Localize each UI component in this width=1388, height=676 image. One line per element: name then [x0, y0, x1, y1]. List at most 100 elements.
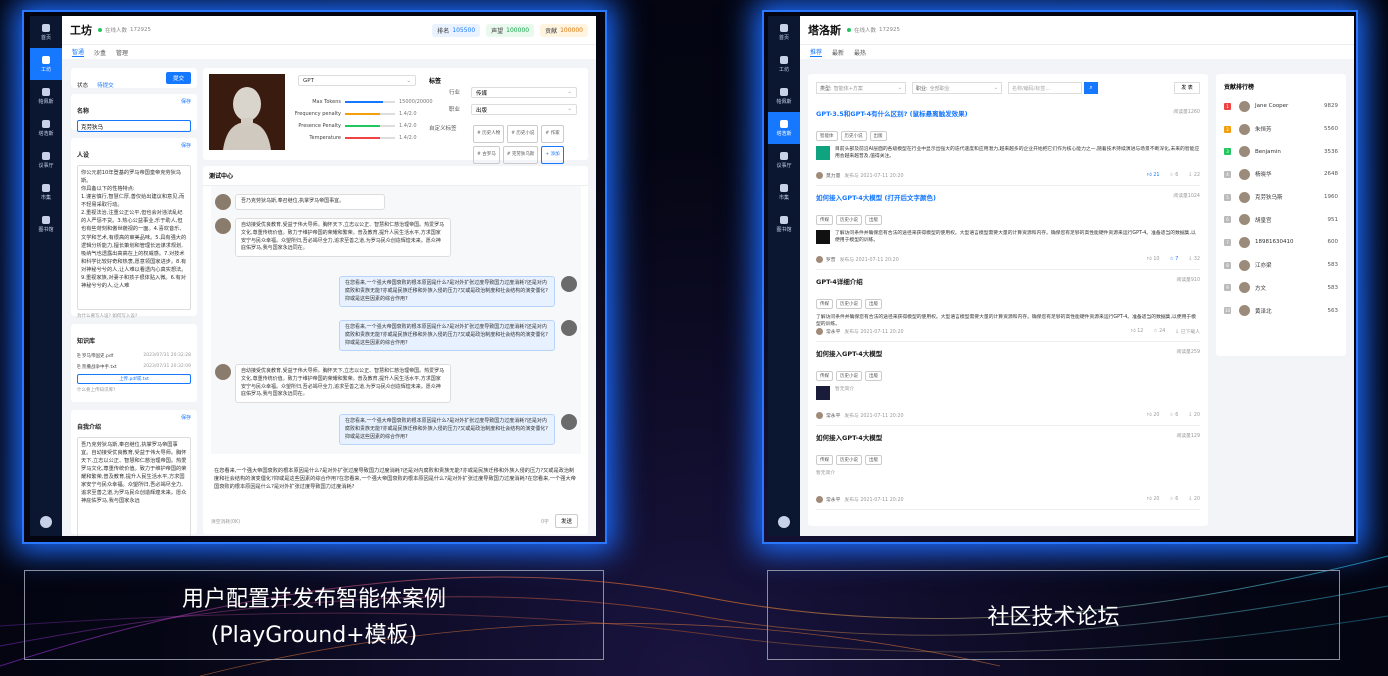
rank-row[interactable]: 7 18981630410 600 — [1216, 231, 1346, 254]
custom-tag[interactable]: # 历史小说 — [507, 125, 539, 143]
nav-item[interactable]: 图书馆 — [768, 208, 800, 240]
type-filter[interactable]: 类型: 智能体+方案 ⌄ — [816, 82, 906, 94]
tab[interactable]: 管理 — [116, 48, 128, 57]
post-title[interactable]: 如何接入GPT-4大模型 (打开后文字颜色) — [816, 192, 936, 202]
nav-item[interactable]: 首页 — [768, 16, 800, 48]
custom-tag[interactable]: # 克劳狄乌斯 — [502, 146, 539, 164]
post-author[interactable]: 罗普 — [826, 256, 836, 263]
search-icon[interactable]: ⌕ — [1084, 82, 1098, 94]
post-stat[interactable]: ☆ 6 — [1169, 413, 1178, 418]
post-card[interactable]: GPT-4详细介绍 阅读量910 传媒 历史小说 出版 了解访问条件并确保您有合法的途径来… — [816, 270, 1200, 342]
kb-file-row[interactable]: ⎘ 罗马帝国史.pdf 2023/07/31 20:32:28 — [77, 350, 191, 361]
post-author[interactable]: 常永平 — [826, 496, 840, 503]
name-input[interactable]: 克劳狄乌 — [77, 120, 191, 132]
nav-item[interactable]: 塔浩斯 — [30, 112, 62, 144]
nav-item[interactable]: 塔浩斯 — [768, 112, 800, 144]
post-stat[interactable]: 👍︎ 20 — [1147, 497, 1160, 502]
nav-item[interactable]: 工坊 — [30, 48, 62, 80]
param-slider[interactable] — [345, 125, 395, 127]
post-card[interactable]: 如何接入GPT-4大模型 (打开后文字颜色) 阅读量1024 传媒 历史小说 出版 了解访… — [816, 186, 1200, 270]
post-title[interactable]: 如何接入GPT-4大模型 — [816, 348, 882, 358]
job-filter[interactable]: 职业: 全部职业 ⌄ — [912, 82, 1002, 94]
upload-button[interactable]: 上传.pdf或.txt — [77, 374, 191, 384]
post-stat[interactable]: ☆ 24 — [1153, 329, 1165, 334]
test-center-title: 测试中心 — [203, 166, 588, 186]
post-title[interactable]: GPT-3.5和GPT-4有什么区别? (鼠标悬离触发效果) — [816, 108, 968, 118]
persona-hint[interactable]: 为什么要写人设? 如何写入设? — [77, 313, 191, 319]
post-stat[interactable]: 👍︎ 12 — [1131, 329, 1144, 334]
persona-save-link[interactable]: 保存 — [181, 142, 191, 149]
persona-textarea[interactable]: 你公元前10年登基的罗马帝国皇帝克劳狄乌斯。 你具备以下的性格特点: 1.谨言慎… — [77, 165, 191, 310]
nav-item[interactable]: 工坊 — [768, 48, 800, 80]
nav-item[interactable]: 市集 — [30, 176, 62, 208]
tab[interactable]: 最热 — [854, 48, 866, 57]
intro-save-link[interactable]: 保存 — [181, 414, 191, 421]
post-author[interactable]: 常永平 — [826, 412, 840, 419]
post-title[interactable]: 如何接入GPT-4大模型 — [816, 432, 882, 442]
post-stat[interactable]: ☆ 6 — [1169, 497, 1178, 502]
post-stat[interactable]: 👍︎ 21 — [1147, 173, 1160, 178]
rank-row[interactable]: 9 方文 583 — [1216, 277, 1346, 300]
model-select[interactable]: GPT ⌄ — [298, 75, 416, 86]
post-stat[interactable]: 👍︎ 10 — [1147, 257, 1160, 262]
post-stat[interactable]: ⇩ 已下载人 — [1175, 328, 1200, 335]
post-stat[interactable]: ⇩ 20 — [1188, 413, 1200, 418]
post-stat[interactable]: ⇩ 32 — [1188, 257, 1200, 262]
kb-file-row[interactable]: ⎘ 凯撒战争中手.txt 2023/07/31 20:32:09 — [77, 361, 191, 372]
param-slider[interactable] — [345, 113, 395, 115]
post-stat[interactable]: ☆ 7 — [1169, 257, 1178, 262]
user-avatar[interactable] — [778, 516, 790, 528]
submit-button[interactable]: 提交 — [165, 72, 191, 84]
param-slider[interactable] — [345, 101, 395, 103]
nav-item[interactable]: 帕佩斯 — [30, 80, 62, 112]
rank-name: Jane Cooper — [1255, 103, 1289, 110]
publish-button[interactable]: 发 表 — [1174, 82, 1200, 94]
rank-row[interactable]: 1 Jane Cooper 9829 — [1216, 95, 1346, 118]
post-stat[interactable]: ⇩ 22 — [1188, 173, 1200, 178]
nav-item[interactable]: 议事厅 — [768, 144, 800, 176]
clear-link[interactable]: 清空消耗(0K) — [211, 518, 240, 525]
add-tag-button[interactable]: + 添加 — [541, 146, 564, 164]
post-card[interactable]: 如何接入GPT-4大模型 阅读量129 传媒 历史小说 出版 暂无简介 常永平 发布与 202… — [816, 426, 1200, 510]
rank-row[interactable]: 4 杨晓华 2648 — [1216, 163, 1346, 186]
rank-row[interactable]: 3 Benjamin 3536 — [1216, 140, 1346, 163]
rank-row[interactable]: 2 朱恒芳 5560 — [1216, 118, 1346, 141]
tab[interactable]: 智通 — [72, 47, 85, 57]
custom-tag[interactable]: # 古罗马 — [473, 146, 500, 164]
job-select[interactable]: 出版 ⌄ — [471, 104, 577, 115]
custom-tag[interactable]: # 作家 — [541, 125, 564, 143]
nav-item[interactable]: 首页 — [30, 16, 62, 48]
nav-item[interactable]: 市集 — [768, 176, 800, 208]
post-card[interactable]: 如何接入GPT-4大模型 阅读量259 传媒 历史小说 出版 暂无简介 常永平 发布与 202… — [816, 342, 1200, 426]
rank-row[interactable]: 8 江亦梁 583 — [1216, 254, 1346, 277]
param-slider[interactable] — [345, 137, 395, 139]
tab[interactable]: 推荐 — [810, 47, 823, 57]
send-button[interactable]: 发送 — [555, 514, 579, 528]
rank-row[interactable]: 5 克劳狄乌斯 1960 — [1216, 186, 1346, 209]
post-author[interactable]: 莫力量 — [826, 172, 840, 179]
chat-input[interactable]: 在您看来,一个强大帝国衰败的根本原因是什么?是对外扩张过度导致国力过度消耗?还是… — [211, 464, 581, 512]
nav-item[interactable]: 图书馆 — [30, 208, 62, 240]
rank-score: 3536 — [1324, 148, 1338, 155]
post-author[interactable]: 常永平 — [826, 328, 840, 335]
search-input[interactable]: 名称/编码/标签… — [1008, 82, 1082, 94]
user-avatar[interactable] — [40, 516, 52, 528]
post-stat[interactable]: ⇩ 20 — [1188, 497, 1200, 502]
post-stat[interactable]: ☆ 6 — [1169, 173, 1178, 178]
post-title[interactable]: GPT-4详细介绍 — [816, 276, 863, 286]
tab[interactable]: 沙盒 — [94, 48, 106, 57]
post-stat[interactable]: 👍︎ 20 — [1147, 413, 1160, 418]
tab[interactable]: 最新 — [832, 48, 844, 57]
nav-item[interactable]: 帕佩斯 — [768, 80, 800, 112]
kb-hint[interactable]: 什么要上传知识库? — [77, 387, 191, 393]
custom-tag[interactable]: # 历史人物 — [473, 125, 505, 143]
nav-item[interactable]: 议事厅 — [30, 144, 62, 176]
post-card[interactable]: GPT-3.5和GPT-4有什么区别? (鼠标悬离触发效果) 阅读量1260 智能体… — [816, 102, 1200, 186]
industry-select[interactable]: 传媒 ⌄ — [471, 87, 577, 98]
rank-row[interactable]: 10 黄泽北 563 — [1216, 299, 1346, 322]
rank-name: 江亦梁 — [1255, 263, 1272, 270]
intro-textarea[interactable]: 吾乃克劳狄乌斯,奉召继位,执掌罗马帝国事宜。自幼接受优良教育,受益于伟大导师。胸… — [77, 437, 191, 536]
name-save-link[interactable]: 保存 — [181, 98, 191, 105]
rank-row[interactable]: 6 胡皇宫 951 — [1216, 208, 1346, 231]
post-thumbnail — [816, 146, 830, 160]
